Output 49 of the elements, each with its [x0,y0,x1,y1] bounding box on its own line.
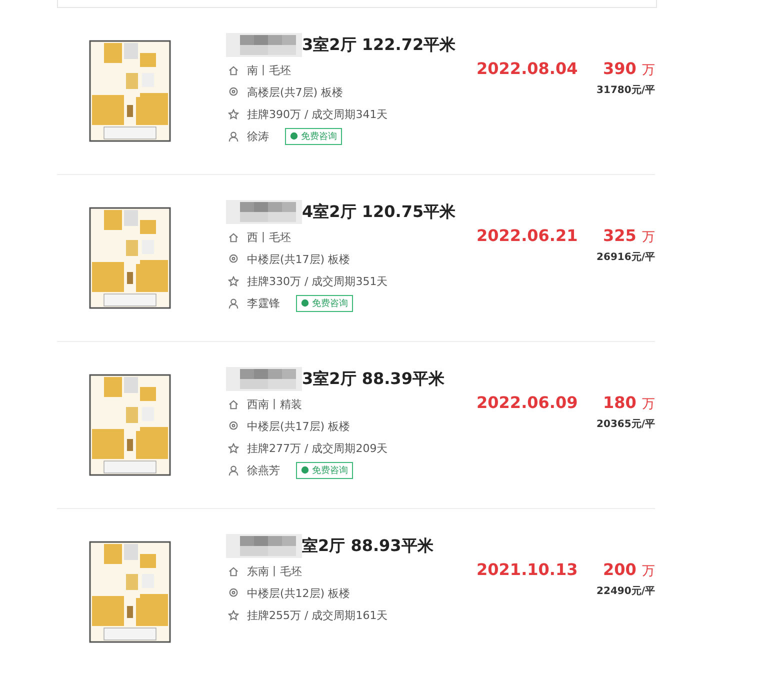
deal-price: 390 万 [603,59,655,79]
orientation-text: 西南丨精装 [247,396,302,412]
home-icon [228,398,239,410]
home-icon [228,64,239,76]
unit-price: 26916元/平 [596,251,655,264]
chat-icon [301,466,309,474]
listing-stats: 挂牌330万 / 成交周期351天 [247,274,388,288]
person-icon [228,464,239,476]
floor-text: 中楼层(共17层) 板楼 [247,418,350,434]
deal-price: 325 万 [603,226,655,246]
chat-icon [290,132,298,140]
listing-stats: 挂牌390万 / 成交周期341天 [247,106,388,122]
star-icon [228,610,239,620]
unit-price: 22490元/平 [596,585,655,598]
deal-date: 2022.06.21 [476,226,578,246]
location-pin-icon [228,254,239,264]
orientation-text: 南丨毛坯 [247,62,291,78]
deal-date: 2022.08.04 [476,59,578,79]
floor-text: 中楼层(共17层) 板楼 [247,252,350,266]
agent-name: 李霆锋 [247,296,280,310]
deal-date: 2022.06.09 [476,393,578,413]
location-pin-icon [228,588,239,598]
listing-title[interactable]: 4室2厅 120.75平米 [302,202,456,222]
listing-stats: 挂牌255万 / 成交周期161天 [247,608,388,622]
person-icon [228,298,239,308]
listing-title[interactable]: 3室2厅 88.39平米 [302,368,444,390]
orientation-text: 西丨毛坯 [247,230,291,244]
orientation-text: 东南丨毛坯 [247,564,302,578]
deal-price: 200 万 [603,560,655,580]
deal-price: 180 万 [603,393,655,413]
listing-title[interactable]: 室2厅 88.93平米 [302,536,434,556]
home-icon [228,566,239,576]
unit-price: 20365元/平 [596,418,655,431]
star-icon [228,442,239,454]
star-icon [228,108,239,120]
person-icon [228,130,239,142]
floor-text: 中楼层(共12层) 板楼 [247,586,350,600]
floor-text: 高楼层(共7层) 板楼 [247,84,344,100]
home-icon [228,232,239,242]
agent-name: 徐涛 [247,128,269,144]
chat-icon [301,299,309,307]
deal-date: 2021.10.13 [476,560,578,580]
listing-title[interactable]: 3室2厅 122.72平米 [302,34,456,56]
unit-price: 31780元/平 [596,84,655,97]
listing-stats: 挂牌277万 / 成交周期209天 [247,440,388,456]
agent-name: 徐燕芳 [247,462,280,478]
location-pin-icon [228,86,239,98]
location-pin-icon [228,420,239,432]
star-icon [228,276,239,286]
